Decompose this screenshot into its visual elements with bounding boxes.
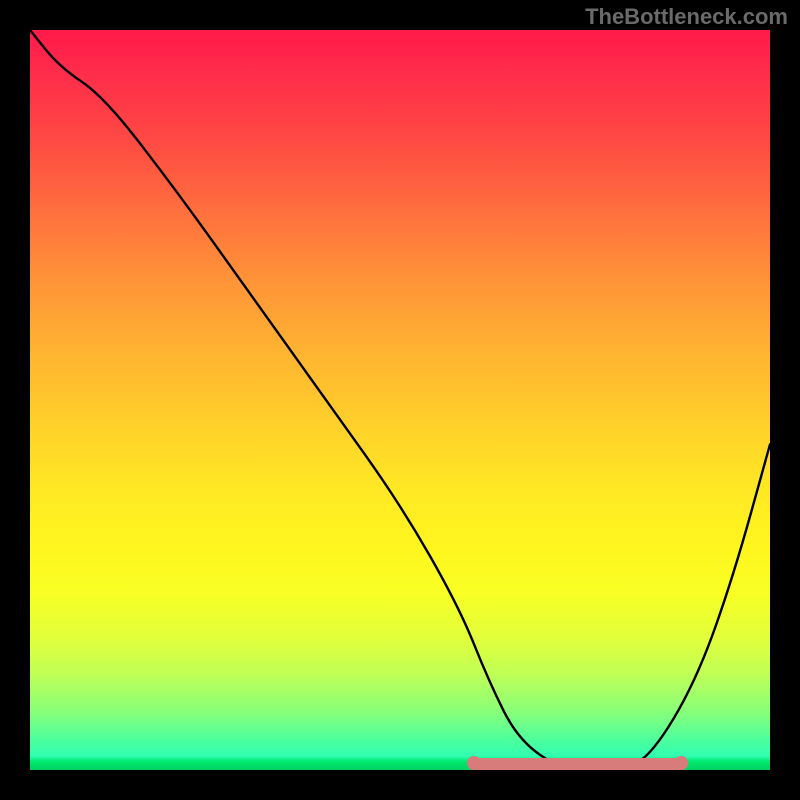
- plot-area: [30, 30, 770, 770]
- highlight-dot: [467, 756, 481, 770]
- highlight-flat-region: [467, 756, 688, 770]
- highlight-dot: [674, 756, 688, 770]
- chart-svg: [30, 30, 770, 770]
- watermark-text: TheBottleneck.com: [585, 4, 788, 30]
- bottleneck-curve: [30, 30, 770, 770]
- chart-container: TheBottleneck.com: [0, 0, 800, 800]
